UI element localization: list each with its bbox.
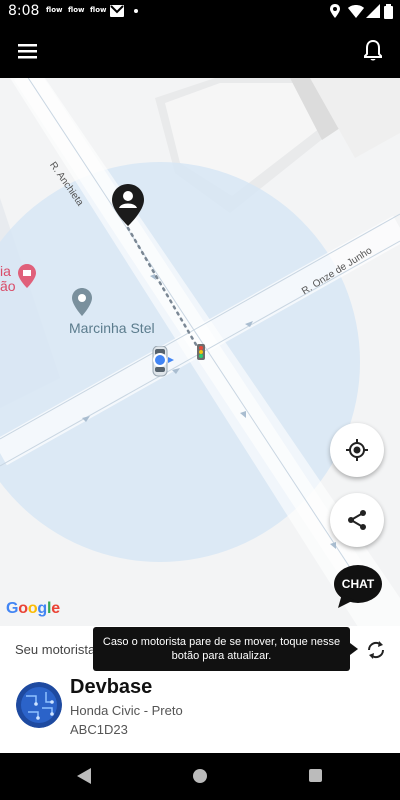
car-model: Honda Civic - Preto	[70, 703, 183, 718]
share-icon	[348, 510, 366, 530]
car-plate: ABC1D23	[70, 722, 128, 737]
flow-app-icon: flow	[46, 6, 63, 14]
devbase-logo-icon	[16, 682, 62, 728]
google-logo: Google	[6, 600, 60, 617]
flow-app-icon: flow	[68, 6, 85, 14]
driver-header: Seu motorista	[15, 642, 96, 657]
signal-icon	[366, 4, 380, 18]
bell-icon	[364, 39, 382, 61]
hamburger-menu-icon	[18, 44, 37, 59]
app-bar	[0, 24, 400, 78]
notifications-button[interactable]	[358, 36, 388, 66]
place-pin-icon[interactable]	[72, 288, 92, 316]
refresh-button[interactable]	[364, 638, 388, 662]
my-location-button[interactable]	[330, 423, 384, 477]
tooltip-arrow	[350, 643, 358, 655]
map-view[interactable]: R. Anchieta R. Onze de Junho ia ão Marci…	[0, 78, 400, 626]
driver-panel: Seu motorista Caso o motorista pare de s…	[0, 626, 400, 753]
status-time: 8:08	[8, 3, 40, 19]
notification-dot-icon	[134, 9, 138, 13]
my-location-icon	[346, 439, 368, 461]
car-location-icon	[152, 346, 174, 377]
driver-name: Devbase	[70, 676, 153, 698]
chat-button[interactable]: CHAT	[334, 564, 382, 610]
map-canvas	[0, 78, 400, 626]
status-bar: 8:08 flow flow flow	[0, 0, 400, 24]
refresh-tooltip: Caso o motorista pare de se mover, toque…	[93, 627, 350, 671]
home-icon[interactable]	[193, 769, 207, 783]
refresh-icon	[367, 641, 385, 659]
gmail-icon	[110, 5, 124, 17]
driver-pin-icon[interactable]	[112, 184, 144, 226]
share-button[interactable]	[330, 493, 384, 547]
poi-label-partial: ão	[0, 278, 16, 294]
poi-label[interactable]: Marcinha Stel	[69, 320, 155, 336]
menu-button[interactable]	[12, 36, 42, 66]
system-nav-bar	[0, 753, 400, 800]
flow-app-icon: flow	[90, 6, 107, 14]
poi-label-partial: ia	[0, 263, 11, 279]
back-icon[interactable]	[76, 767, 92, 785]
battery-icon	[384, 4, 393, 19]
location-icon	[330, 4, 340, 18]
wifi-icon	[348, 5, 364, 18]
shopping-pin-icon[interactable]	[18, 264, 36, 288]
driver-avatar	[16, 682, 62, 728]
recents-icon[interactable]	[309, 769, 322, 782]
chat-label: CHAT	[341, 577, 375, 591]
